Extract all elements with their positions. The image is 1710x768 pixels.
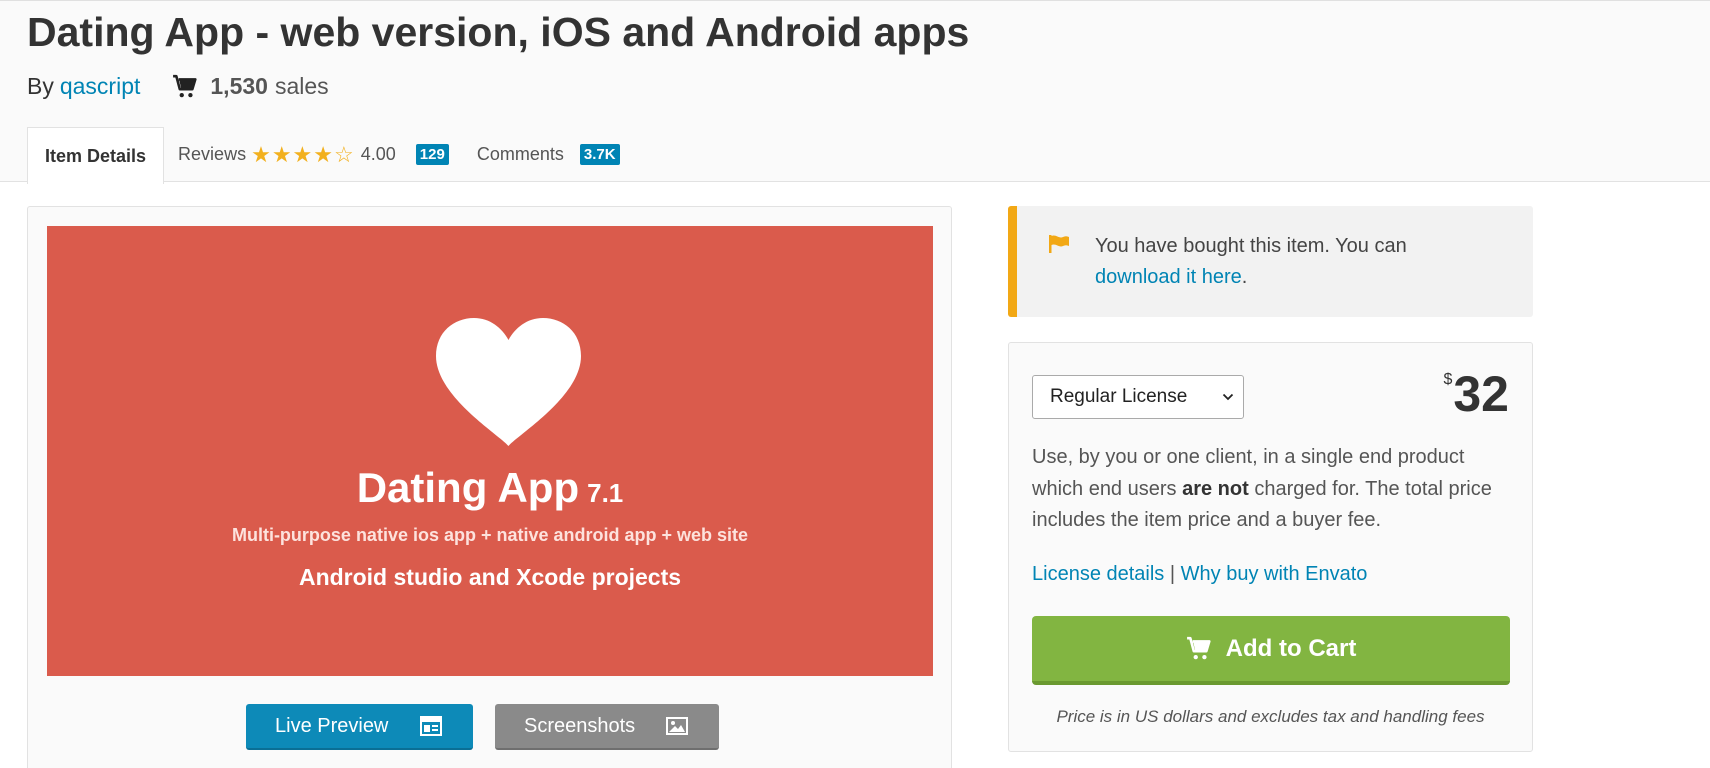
- comments-label: Comments: [476, 144, 564, 164]
- author-link[interactable]: qascript: [60, 73, 141, 100]
- hero-title: Dating App 7.1: [47, 464, 933, 512]
- shopping-cart-icon: [173, 74, 197, 97]
- reviews-count-badge: 129: [415, 144, 449, 165]
- price-currency: $: [1443, 371, 1453, 388]
- star-icon: ★: [271, 141, 292, 167]
- why-buy-link[interactable]: Why buy with Envato: [1181, 563, 1368, 585]
- license-details-link[interactable]: License details: [1032, 563, 1164, 585]
- purchased-notice: You have bought this item. You can downl…: [1008, 206, 1533, 317]
- by-label: By: [27, 73, 54, 99]
- rating-stars: ★ ★ ★ ★ ☆: [251, 141, 355, 167]
- hero-version: 7.1: [587, 478, 624, 508]
- live-preview-button[interactable]: Live Preview: [246, 704, 473, 750]
- reviews-label: Reviews: [178, 144, 247, 164]
- hero-app-name: Dating App: [356, 464, 580, 511]
- notice-text: You have bought this item. You can downl…: [1095, 231, 1515, 293]
- price-fine-print: Price is in US dollars and excludes tax …: [1056, 707, 1485, 726]
- star-outline-icon: ☆: [334, 141, 354, 167]
- hero-subtitle: Multi-purpose native ios app + native an…: [231, 525, 749, 545]
- shopping-cart-icon: [1186, 636, 1211, 659]
- license-desc-bold: are not: [1182, 477, 1249, 500]
- link-separator: |: [1169, 563, 1176, 585]
- notice-suffix: .: [1241, 266, 1248, 288]
- item-preview-card: Dating App 7.1 Multi-purpose native ios a…: [27, 206, 952, 768]
- notice-message: You have bought this item. You can: [1095, 235, 1407, 257]
- byline: By qascript 1,530 sales: [27, 73, 329, 100]
- chevron-down-icon: [1222, 393, 1234, 401]
- screenshots-button[interactable]: Screenshots: [495, 704, 719, 750]
- item-preview-image[interactable]: Dating App 7.1 Multi-purpose native ios a…: [47, 226, 933, 676]
- license-selected-value: Regular License: [1050, 386, 1188, 407]
- license-select[interactable]: Regular License: [1032, 375, 1244, 419]
- item-header: Dating App - web version, iOS and Androi…: [0, 0, 1710, 184]
- item-title: Dating App - web version, iOS and Androi…: [27, 9, 970, 55]
- star-icon: ★: [292, 141, 313, 167]
- purchase-box: Regular License $ 32 Use, by you or one …: [1008, 342, 1533, 752]
- add-to-cart-button[interactable]: Add to Cart: [1032, 616, 1510, 685]
- image-icon: [666, 717, 688, 735]
- hero-subtitle-projects: Android studio and Xcode projects: [298, 564, 682, 590]
- sales-label: sales: [274, 73, 329, 99]
- star-icon: ★: [251, 141, 271, 167]
- tab-comments[interactable]: Comments 3.7K: [463, 126, 634, 183]
- tab-reviews[interactable]: Reviews ★ ★ ★ ★ ☆ 4.00 129: [164, 126, 463, 183]
- license-description: Use, by you or one client, in a single e…: [1032, 442, 1510, 537]
- comments-count-badge: 3.7K: [579, 144, 620, 165]
- price-amount: 32: [1453, 366, 1509, 422]
- screenshots-label: Screenshots: [524, 714, 636, 737]
- license-links: License details | Why buy with Envato: [1032, 563, 1367, 586]
- flag-icon: [1049, 235, 1069, 253]
- item-price: $ 32: [1443, 369, 1509, 419]
- item-tabs: Item Details Reviews ★ ★ ★ ★ ☆ 4.00 129 …: [27, 126, 634, 184]
- rating-value: 4.00: [360, 144, 396, 164]
- preview-layout-icon: [420, 716, 442, 736]
- heart-icon: [436, 318, 581, 446]
- star-icon: ★: [313, 141, 334, 167]
- add-to-cart-label: Add to Cart: [1225, 634, 1357, 662]
- live-preview-label: Live Preview: [275, 714, 389, 737]
- sales-count: 1,530: [210, 73, 268, 99]
- tab-item-details[interactable]: Item Details: [27, 127, 165, 184]
- download-link[interactable]: download it here: [1095, 266, 1242, 288]
